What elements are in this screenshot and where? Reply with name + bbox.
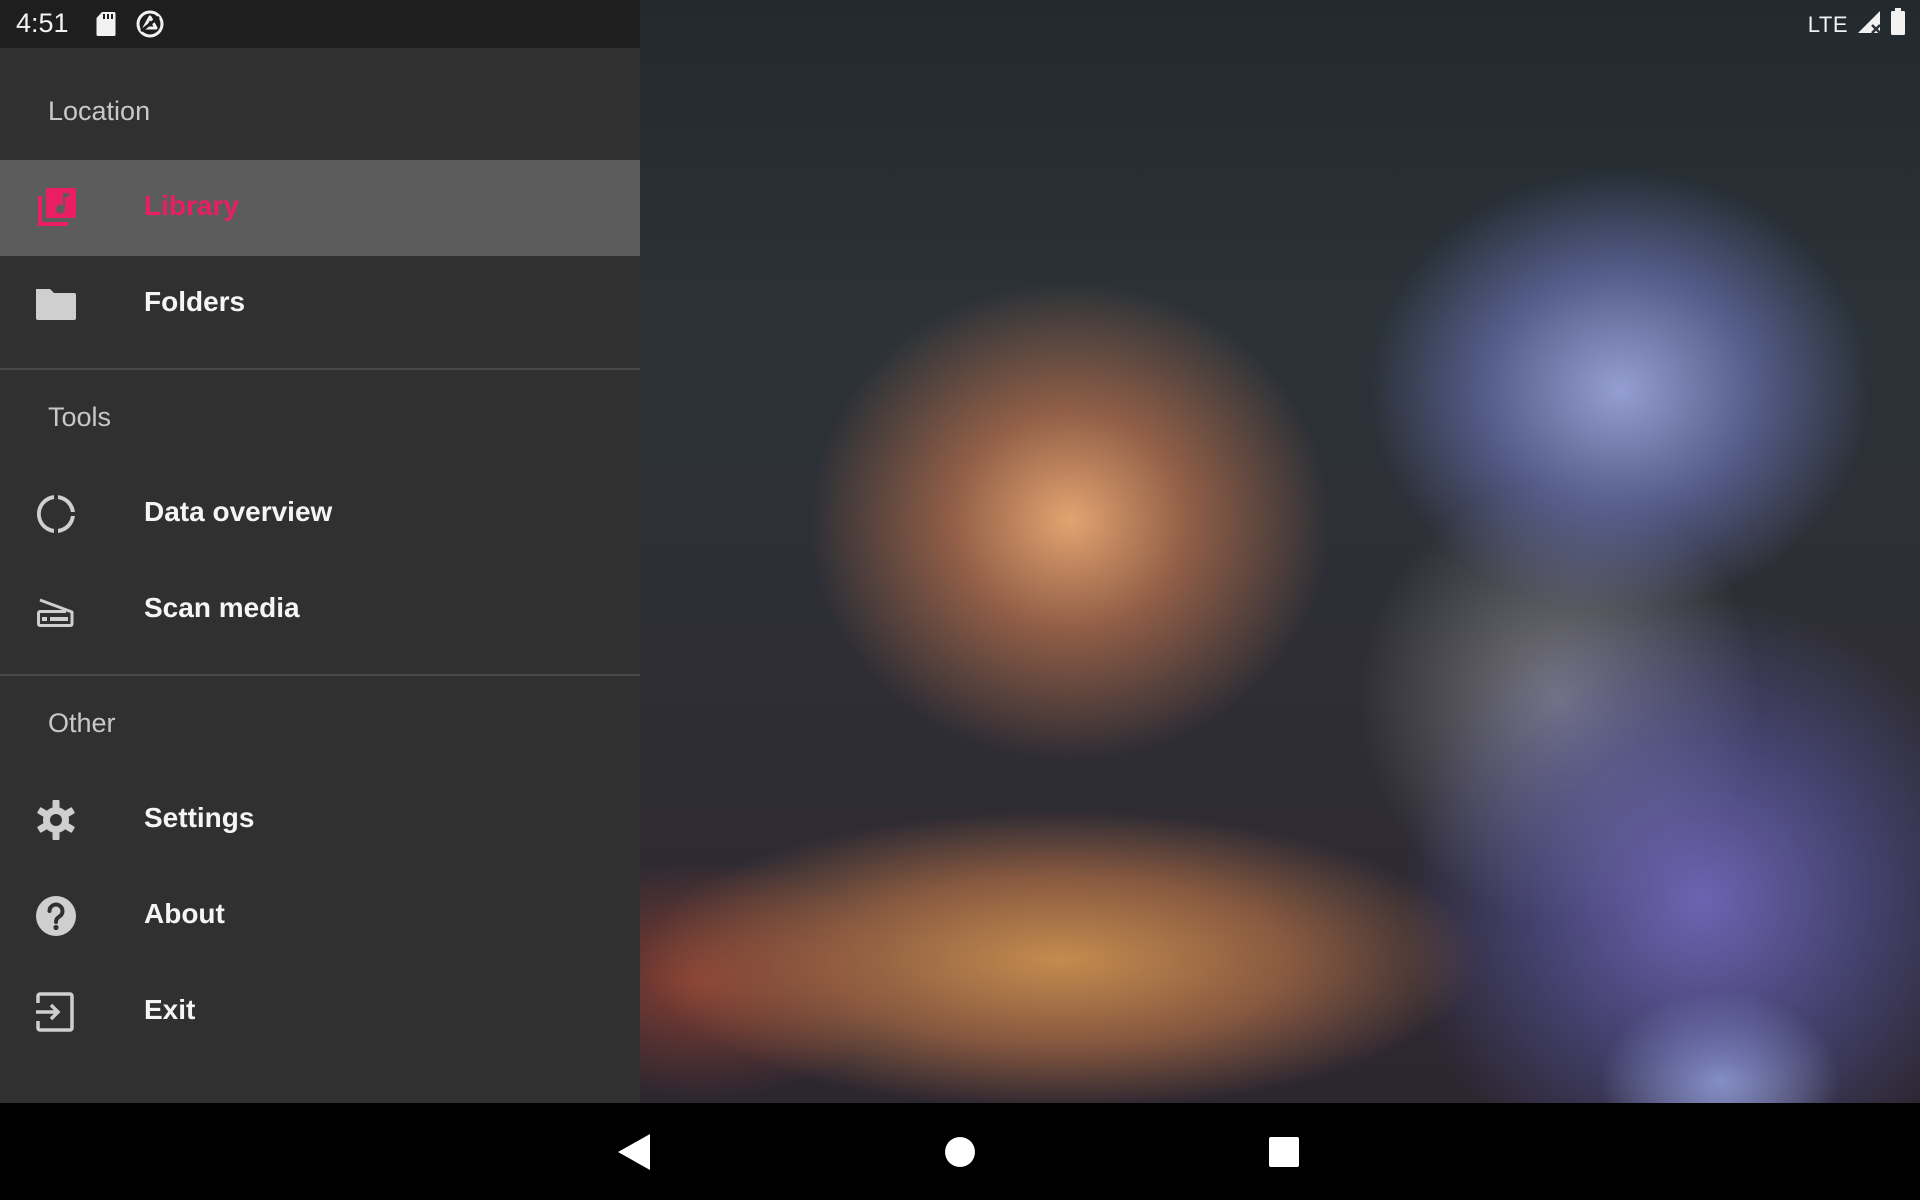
exit-icon [34, 990, 78, 1034]
donut-chart-icon [34, 492, 78, 536]
drawer-item-label: Scan media [144, 592, 300, 623]
drawer-item-folders[interactable]: Folders [0, 256, 640, 352]
drawer-item-exit[interactable]: Exit [0, 964, 640, 1060]
home-icon[interactable] [933, 1125, 987, 1179]
drawer-item-about[interactable]: About [0, 868, 640, 964]
drawer-item-library[interactable]: Library [0, 160, 640, 256]
drawer-item-label: Folders [144, 286, 246, 317]
battery-icon [1890, 8, 1906, 41]
help-icon [34, 894, 78, 938]
navigation-drawer: Location Library Folders Tools Data over… [0, 48, 640, 1103]
drawer-item-label: Data overview [144, 496, 333, 527]
signal-icon [1856, 9, 1882, 40]
drawer-item-label: Exit [144, 994, 196, 1025]
drawer-item-data-overview[interactable]: Data overview [0, 466, 640, 562]
folder-icon [34, 282, 78, 326]
section-header-other: Other [48, 708, 116, 738]
system-navigation-bar [0, 1103, 1920, 1200]
section-divider [0, 674, 640, 676]
recents-icon[interactable] [1257, 1125, 1311, 1179]
section-header-location: Location [48, 96, 151, 126]
drawer-item-label: Library [144, 190, 239, 221]
drawer-item-scan-media[interactable]: Scan media [0, 562, 640, 658]
scanner-icon [34, 588, 78, 632]
section-header-tools: Tools [48, 402, 112, 432]
status-time: 4:51 [16, 8, 69, 38]
library-music-icon [34, 186, 78, 230]
network-type: LTE [1807, 11, 1848, 37]
drawer-item-label: About [144, 898, 225, 929]
drawer-item-settings[interactable]: Settings [0, 772, 640, 868]
sync-icon [135, 9, 165, 44]
status-bar: 4:51 LTE [0, 0, 1920, 48]
back-icon[interactable] [608, 1125, 662, 1179]
gear-icon [34, 798, 78, 842]
sd-card-icon [96, 11, 116, 42]
section-divider [0, 368, 640, 370]
status-right-group: LTE [1808, 8, 1906, 41]
drawer-item-label: Settings [144, 802, 255, 833]
android-screen: 4:51 LTE Location Library Folders Tools … [0, 0, 1920, 1200]
